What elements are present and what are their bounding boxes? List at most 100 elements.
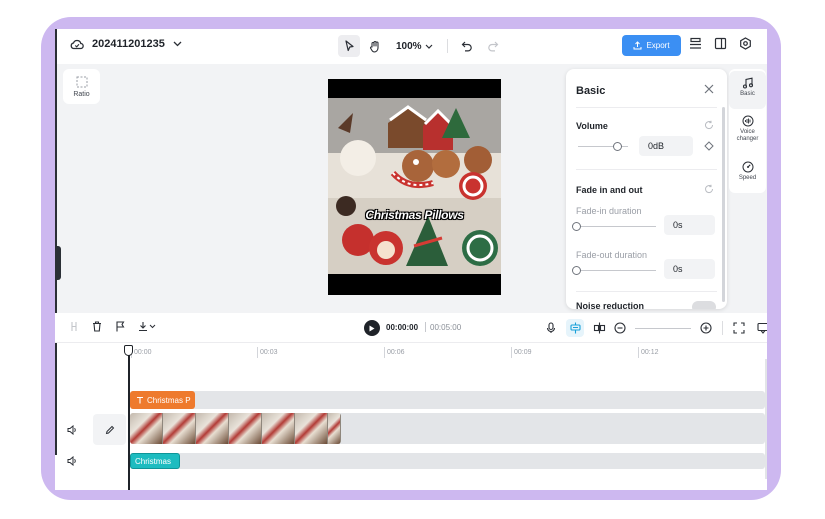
reset-icon[interactable] [704,184,714,194]
pencil-icon [105,425,115,435]
divider [576,291,717,292]
sidebar-item-label: Basic [740,91,755,97]
upload-icon [633,41,642,50]
keyframe-diamond-icon[interactable] [704,141,714,151]
divider [722,321,723,335]
download-dropdown-icon[interactable] [138,321,156,332]
undo-button[interactable] [456,35,478,57]
video-editor-app: 202411201235 100% Export Ratio Christmas… [55,29,767,490]
select-tool-button[interactable] [338,35,360,57]
video-thumbnail [295,413,328,444]
fade-in-label: Fade-in duration [576,206,642,216]
sidebar-item-label: Speed [738,175,757,181]
play-icon [369,325,375,332]
current-time: 00:00:00 [386,323,419,332]
canvas-tools: 100% [338,35,504,57]
video-thumbnail [229,413,262,444]
fade-in-slider[interactable] [578,226,656,227]
export-button[interactable]: Export [622,35,681,56]
top-bar: 202411201235 100% Export [55,29,767,64]
timeline-scrollbar[interactable] [765,359,767,479]
split-track-button[interactable] [590,319,608,337]
audio-clip-label: Christmas [135,456,172,466]
zoom-out-icon[interactable] [614,322,626,334]
timeline-edit-tools [69,321,156,332]
close-icon[interactable] [704,84,714,94]
pointer-icon [344,40,355,52]
panel-scrollbar[interactable] [722,107,725,302]
fade-in-slider-knob[interactable] [572,222,581,231]
magnet-snap-button[interactable] [566,319,584,337]
reset-icon[interactable] [704,120,714,130]
microphone-icon [546,322,556,334]
ratio-label: Ratio [73,90,90,98]
sidebar-item-speed[interactable]: Speed [729,161,766,182]
zoom-in-icon[interactable] [700,322,712,334]
ruler-tick-label: 00:06 [384,347,405,358]
split-icon[interactable] [69,321,79,332]
property-sidebar: Basic Voice changer Speed [729,69,766,193]
video-clip[interactable] [130,413,341,444]
timeline-toolbar: 00:00:00 00:05:00 [55,313,767,343]
timeline-zoom-slider[interactable] [635,327,691,329]
project-menu[interactable]: 202411201235 [70,38,182,50]
layers-icon[interactable] [689,37,702,50]
text-clip[interactable]: Christmas P [130,391,195,409]
video-thumbnail [196,413,229,444]
voice-changer-icon [742,115,754,127]
hand-icon [369,40,381,53]
timeline-view-tools [542,319,767,337]
sidebar-item-basic[interactable]: Basic [729,71,766,109]
divider [425,322,426,332]
volume-value-field[interactable]: 0dB [639,136,693,156]
volume-label: Volume [576,121,608,131]
hand-tool-button[interactable] [364,35,386,57]
cover-edit-button[interactable] [93,414,126,445]
playhead-handle[interactable] [124,345,133,356]
split-track-icon [593,322,606,334]
ruler-tick-label: 00:03 [257,347,278,358]
redo-button[interactable] [482,35,504,57]
zoom-dropdown[interactable]: 100% [390,41,439,52]
timeline-ruler[interactable]: 00:00 00:03 00:06 00:09 00:12 [130,343,767,363]
fit-screen-icon[interactable] [733,322,745,334]
delete-icon[interactable] [92,321,102,332]
preview-image: Christmas Pillows [328,98,501,274]
audio-clip[interactable]: Christmas [130,453,180,469]
music-note-icon [742,77,754,89]
fade-in-value-field[interactable]: 0s [664,215,715,235]
fade-out-slider[interactable] [578,270,656,271]
video-thumbnail [130,413,163,444]
project-name: 202411201235 [92,38,165,50]
flag-icon[interactable] [115,321,125,332]
playhead[interactable] [128,346,130,490]
microphone-button[interactable] [542,319,560,337]
video-thumbnail [262,413,295,444]
noise-reduction-toggle[interactable] [692,301,716,309]
volume-slider-knob[interactable] [613,142,622,151]
total-time: 00:05:00 [430,323,462,332]
video-preview[interactable]: Christmas Pillows [328,79,501,295]
divider [446,39,448,53]
play-button[interactable] [364,320,380,336]
snap-icon [569,322,582,334]
panel-title: Basic [576,85,606,97]
top-right-tools [689,37,752,50]
left-edge-bar [55,29,57,455]
ratio-button[interactable]: Ratio [63,69,100,104]
speaker-icon[interactable] [67,425,78,435]
collapse-panel-handle[interactable] [55,246,61,280]
redo-icon [487,41,499,52]
speed-icon [742,161,754,173]
undo-icon [461,41,473,52]
video-thumbnail [328,413,341,444]
sidebar-item-voice-changer[interactable]: Voice changer [729,115,766,143]
fade-out-slider-knob[interactable] [572,266,581,275]
fade-out-value-field[interactable]: 0s [664,259,715,279]
cloud-icon [70,38,84,50]
chevron-down-icon [173,41,182,47]
split-layout-icon[interactable] [714,37,727,50]
speaker-icon[interactable] [67,456,78,466]
settings-gear-icon[interactable] [739,37,752,50]
comment-icon[interactable] [757,322,767,334]
